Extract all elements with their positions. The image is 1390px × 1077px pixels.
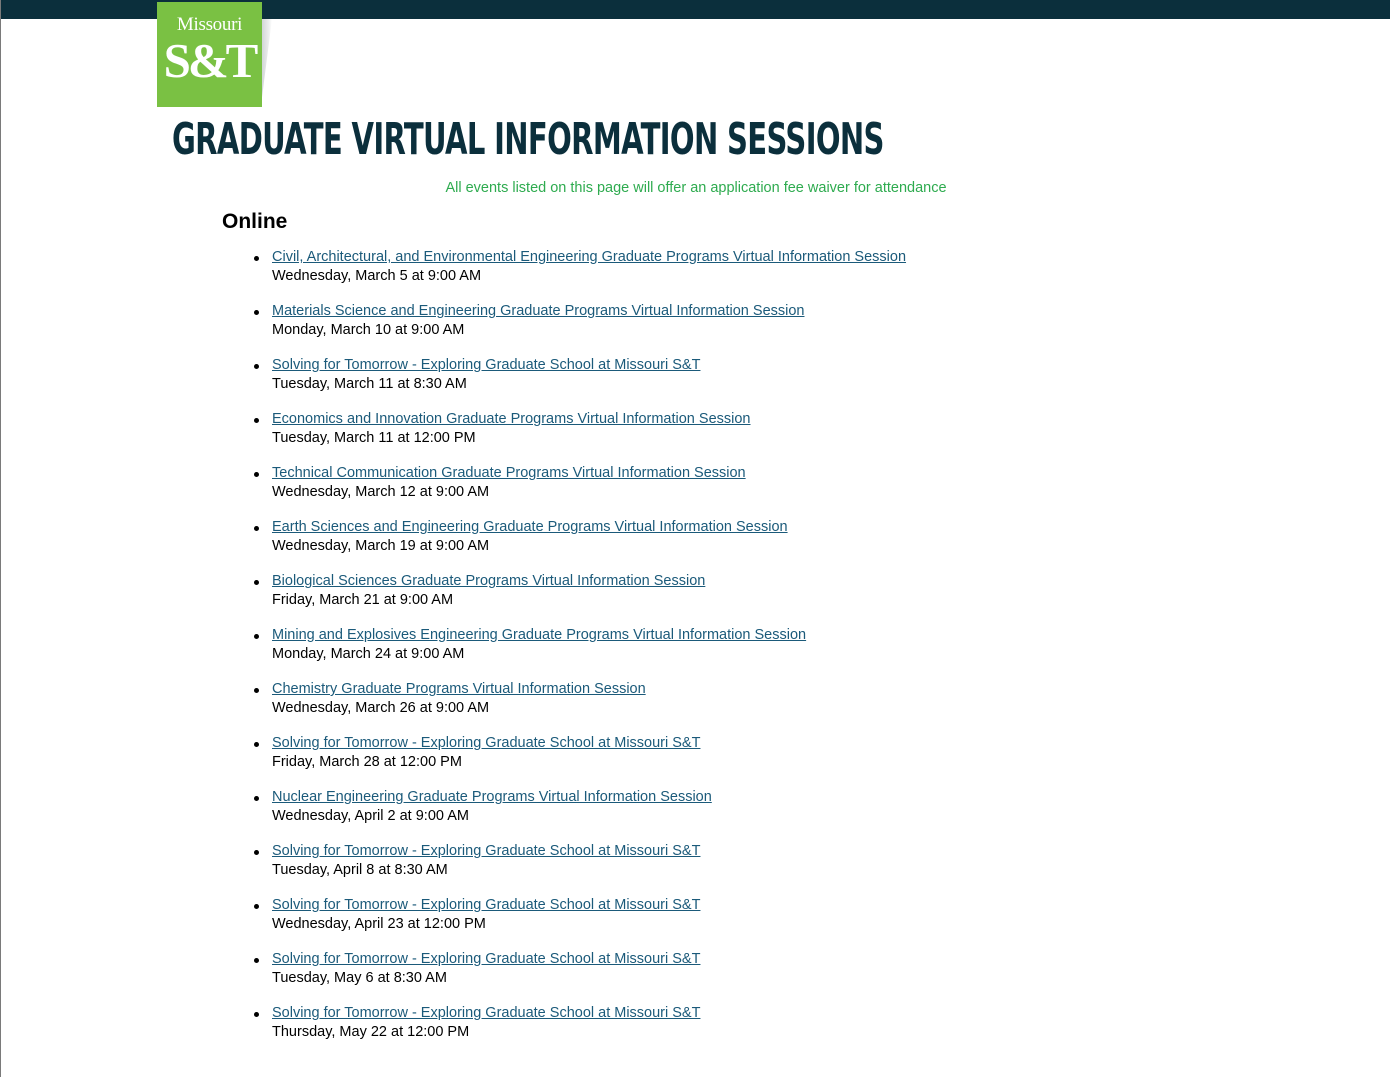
event-date: Wednesday, April 2 at 9:00 AM: [272, 808, 469, 824]
list-item: Nuclear Engineering Graduate Programs Vi…: [254, 788, 906, 842]
list-item: Solving for Tomorrow - Exploring Graduat…: [254, 1004, 906, 1058]
event-link[interactable]: Solving for Tomorrow - Exploring Graduat…: [272, 842, 906, 861]
list-item: Solving for Tomorrow - Exploring Graduat…: [254, 950, 906, 1004]
missouri-st-logo[interactable]: Missouri S&T: [157, 2, 262, 107]
event-link[interactable]: Solving for Tomorrow - Exploring Graduat…: [272, 950, 906, 969]
bullet-icon: [254, 256, 259, 261]
list-item: Solving for Tomorrow - Exploring Graduat…: [254, 734, 906, 788]
list-item: Biological Sciences Graduate Programs Vi…: [254, 572, 906, 626]
event-link[interactable]: Nuclear Engineering Graduate Programs Vi…: [272, 788, 906, 807]
list-item: Earth Sciences and Engineering Graduate …: [254, 518, 906, 572]
event-date: Tuesday, March 11 at 12:00 PM: [272, 430, 476, 446]
event-date: Monday, March 24 at 9:00 AM: [272, 646, 465, 662]
bullet-icon: [254, 850, 259, 855]
list-item: Solving for Tomorrow - Exploring Graduat…: [254, 356, 906, 410]
event-date: Wednesday, March 5 at 9:00 AM: [272, 268, 482, 284]
event-link[interactable]: Solving for Tomorrow - Exploring Graduat…: [272, 356, 906, 375]
list-item: Mining and Explosives Engineering Gradua…: [254, 626, 906, 680]
event-list: Civil, Architectural, and Environmental …: [254, 248, 906, 1058]
list-item: Solving for Tomorrow - Exploring Graduat…: [254, 842, 906, 896]
bullet-icon: [254, 958, 259, 963]
event-link[interactable]: Earth Sciences and Engineering Graduate …: [272, 518, 906, 537]
event-link[interactable]: Economics and Innovation Graduate Progra…: [272, 410, 906, 429]
event-link[interactable]: Technical Communication Graduate Program…: [272, 464, 906, 483]
event-link[interactable]: Materials Science and Engineering Gradua…: [272, 302, 906, 321]
bullet-icon: [254, 742, 259, 747]
bullet-icon: [254, 580, 259, 585]
event-date: Friday, March 21 at 9:00 AM: [272, 592, 454, 608]
list-item: Economics and Innovation Graduate Progra…: [254, 410, 906, 464]
event-date: Tuesday, March 11 at 8:30 AM: [272, 376, 467, 392]
event-date: Friday, March 28 at 12:00 PM: [272, 754, 462, 770]
event-date: Tuesday, May 6 at 8:30 AM: [272, 970, 447, 986]
event-date: Thursday, May 22 at 12:00 PM: [272, 1024, 470, 1040]
bullet-icon: [254, 904, 259, 909]
bullet-icon: [254, 526, 259, 531]
list-item: Technical Communication Graduate Program…: [254, 464, 906, 518]
logo-shadow: [261, 19, 272, 105]
event-date: Monday, March 10 at 9:00 AM: [272, 322, 465, 338]
list-item: Chemistry Graduate Programs Virtual Info…: [254, 680, 906, 734]
event-link[interactable]: Solving for Tomorrow - Exploring Graduat…: [272, 896, 906, 915]
list-item: Civil, Architectural, and Environmental …: [254, 248, 906, 302]
section-title-online: Online: [222, 210, 288, 233]
bullet-icon: [254, 310, 259, 315]
bullet-icon: [254, 1012, 259, 1017]
page-title: Graduate Virtual Information Sessions: [172, 114, 884, 165]
bullet-icon: [254, 634, 259, 639]
event-date: Wednesday, March 19 at 9:00 AM: [272, 538, 490, 554]
event-link[interactable]: Solving for Tomorrow - Exploring Graduat…: [272, 1004, 906, 1023]
list-item: Solving for Tomorrow - Exploring Graduat…: [254, 896, 906, 950]
event-date: Wednesday, March 12 at 9:00 AM: [272, 484, 490, 500]
fee-waiver-notice: All events listed on this page will offe…: [445, 180, 947, 196]
bullet-icon: [254, 472, 259, 477]
list-item: Materials Science and Engineering Gradua…: [254, 302, 906, 356]
event-link[interactable]: Biological Sciences Graduate Programs Vi…: [272, 572, 906, 591]
logo-wordmark-main: S&T: [163, 33, 259, 88]
bullet-icon: [254, 418, 259, 423]
bullet-icon: [254, 796, 259, 801]
event-link[interactable]: Mining and Explosives Engineering Gradua…: [272, 626, 906, 645]
event-link[interactable]: Civil, Architectural, and Environmental …: [272, 248, 906, 267]
event-date: Wednesday, April 23 at 12:00 PM: [272, 916, 486, 932]
event-link[interactable]: Chemistry Graduate Programs Virtual Info…: [272, 680, 906, 699]
event-link[interactable]: Solving for Tomorrow - Exploring Graduat…: [272, 734, 906, 753]
logo-wordmark-top: Missouri: [176, 14, 243, 35]
bullet-icon: [254, 688, 259, 693]
bullet-icon: [254, 364, 259, 369]
event-date: Wednesday, March 26 at 9:00 AM: [272, 700, 490, 716]
page: Missouri S&T Graduate Virtual Informatio…: [0, 0, 1390, 1077]
event-date: Tuesday, April 8 at 8:30 AM: [272, 862, 448, 878]
